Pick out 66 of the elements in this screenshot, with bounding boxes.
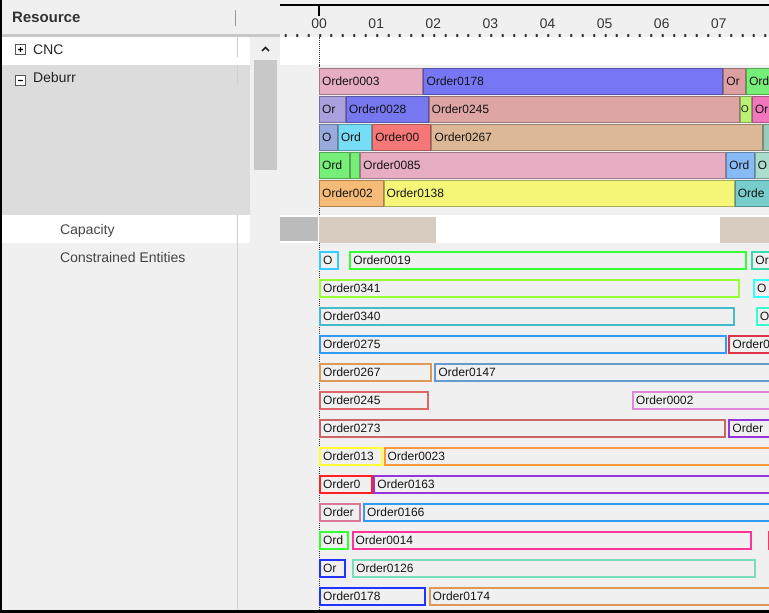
order-bar[interactable]: Or — [723, 68, 746, 95]
order-bar[interactable]: Order0023 — [384, 447, 769, 466]
order-bar[interactable]: Ord — [338, 124, 372, 151]
order-bar[interactable]: O — [319, 124, 338, 151]
order-bar[interactable]: O — [740, 96, 752, 123]
order-bar[interactable]: Order0085 — [360, 152, 726, 179]
order-bar[interactable]: Order — [728, 419, 769, 438]
order-bar[interactable]: Orde — [734, 180, 769, 207]
order-bar[interactable]: Order0178 — [423, 68, 724, 95]
order-bar[interactable]: Order0267 — [319, 363, 432, 382]
tree-item[interactable]: Capacity — [60, 221, 114, 237]
axis-tick-label: 00 — [311, 15, 327, 31]
order-bar[interactable]: Order0245 — [428, 96, 740, 123]
column-header: Resource — [12, 8, 80, 26]
order-bar[interactable]: Order0002 — [632, 391, 769, 410]
order-bar[interactable]: O — [754, 152, 769, 179]
order-bar[interactable]: Order00 — [372, 124, 432, 151]
order-bar[interactable]: Order0 — [728, 335, 769, 354]
tree-item[interactable]: CNC — [33, 41, 64, 57]
order-bar[interactable]: Order0126 — [352, 559, 756, 578]
order-bar[interactable]: Ord — [726, 152, 755, 179]
order-bar[interactable]: Or — [751, 251, 769, 270]
axis-tick-label: 07 — [710, 15, 726, 31]
axis-tick-label: 05 — [596, 15, 612, 31]
order-bar[interactable]: Order0003 — [319, 68, 424, 95]
order-bar[interactable]: Ord — [746, 68, 769, 95]
order-bar[interactable]: Order0163 — [373, 475, 769, 494]
order-bar[interactable]: O — [319, 251, 339, 270]
minus-box-icon[interactable] — [15, 75, 26, 86]
axis-tick-label: 06 — [654, 15, 670, 31]
axis-tick-label: 03 — [482, 15, 498, 31]
order-bar[interactable]: Order0178 — [319, 587, 426, 606]
capacity-offset — [280, 217, 318, 241]
order-bar[interactable]: Ord — [319, 152, 350, 179]
order-bar[interactable]: Order0028 — [346, 96, 429, 123]
order-bar[interactable]: Order0 — [319, 475, 374, 494]
order-bar[interactable]: Order0275 — [319, 335, 728, 354]
order-bar[interactable]: Order0245 — [319, 391, 430, 410]
axis-tick-label: 04 — [540, 15, 556, 31]
order-bar[interactable]: Order013 — [319, 447, 383, 466]
order-bar[interactable]: Order0273 — [319, 419, 726, 438]
scroll-up-icon[interactable] — [260, 46, 270, 52]
tree-item[interactable]: Constrained Entities — [60, 249, 186, 265]
order-bar[interactable]: Or — [752, 96, 769, 123]
order-bar[interactable]: Order0340 — [319, 307, 735, 326]
order-bar[interactable]: Order — [319, 503, 361, 522]
order-bar[interactable]: O — [756, 307, 769, 326]
scrollbar-thumb[interactable] — [254, 60, 276, 170]
order-bar[interactable]: Or — [319, 559, 346, 578]
order-bar[interactable]: Order0138 — [384, 180, 735, 207]
tree-item[interactable]: Deburr — [33, 69, 76, 85]
order-bar[interactable]: Order0267 — [431, 124, 764, 151]
order-bar[interactable] — [350, 152, 360, 179]
order-bar[interactable]: Order002 — [319, 180, 384, 207]
plus-box-icon[interactable] — [15, 44, 26, 54]
axis-tick-label: 01 — [368, 15, 384, 31]
order-bar[interactable]: O — [752, 279, 769, 298]
order-bar[interactable]: Order0147 — [434, 363, 769, 382]
order-bar[interactable]: Ord — [319, 531, 350, 550]
order-bar[interactable]: Order0341 — [319, 279, 740, 298]
order-bar[interactable]: Order0174 — [428, 587, 769, 606]
order-bar[interactable]: Order0019 — [349, 251, 748, 270]
axis-tick-label: 02 — [425, 15, 441, 31]
order-bar[interactable]: Or — [319, 96, 346, 123]
order-bar[interactable]: Order0166 — [362, 503, 769, 522]
order-bar[interactable]: Order0014 — [352, 531, 752, 550]
